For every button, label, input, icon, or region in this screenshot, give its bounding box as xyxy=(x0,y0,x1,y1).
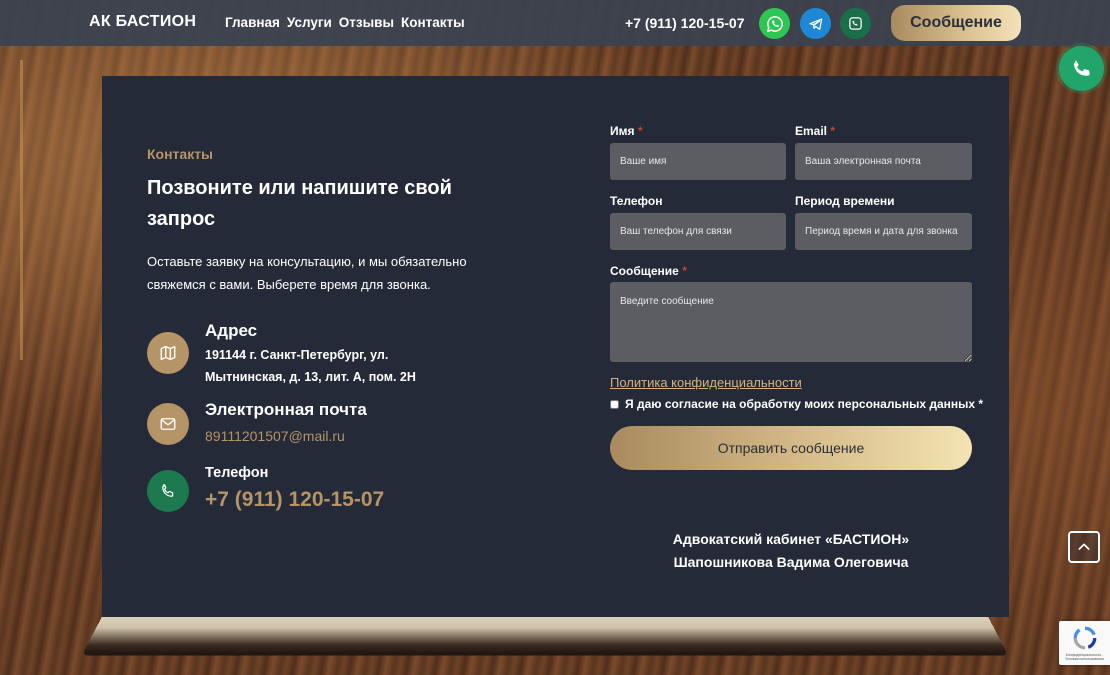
brand-logo[interactable]: АК БАСТИОН xyxy=(89,13,196,31)
consent-label: Я даю согласие на обработку моих персона… xyxy=(625,397,983,411)
whatsapp-icon[interactable] xyxy=(759,8,790,39)
message-textarea[interactable] xyxy=(610,282,972,362)
email-label-text: Email xyxy=(795,124,828,138)
address-title: Адрес xyxy=(205,321,258,340)
recaptcha-terms: Конфиденциальность - Условия использован… xyxy=(1065,653,1104,661)
email-link[interactable]: 89111201507@mail.ru xyxy=(205,428,345,444)
nav-link-services[interactable]: Услуги xyxy=(287,15,332,30)
office-line-1: Адвокатский кабинет «БАСТИОН» xyxy=(672,531,910,547)
top-navigation-bar: АК БАСТИОН Главная Услуги Отзывы Контакт… xyxy=(0,0,1110,46)
privacy-policy-link[interactable]: Политика конфиденциальности xyxy=(610,375,802,390)
scroll-to-top-button[interactable] xyxy=(1068,531,1100,563)
address-text: 191144 г. Санкт-Петербург, ул. Мытнинска… xyxy=(205,348,416,384)
required-mark: * xyxy=(830,124,836,138)
chevron-up-icon xyxy=(1078,543,1090,550)
contact-card: Контакты Позвоните или напишите свой зап… xyxy=(102,76,1009,617)
phone-link[interactable]: +7 (911) 120-15-07 xyxy=(205,488,384,512)
email-input[interactable] xyxy=(795,143,972,180)
background-scales-image xyxy=(20,60,100,360)
submit-button[interactable]: Отправить сообщение xyxy=(610,426,972,470)
email-title: Электронная почта xyxy=(205,400,367,419)
map-icon xyxy=(147,332,189,374)
office-name: Адвокатский кабинет «БАСТИОН» Шапошников… xyxy=(610,528,972,574)
recaptcha-badge[interactable]: Конфиденциальность - Условия использован… xyxy=(1059,621,1110,665)
period-label: Период времени xyxy=(795,194,895,208)
required-mark: * xyxy=(637,124,643,138)
section-lead: Оставьте заявку на консультацию, и мы об… xyxy=(147,254,467,292)
consent-text: Я даю согласие на обработку моих персона… xyxy=(625,397,976,411)
mail-icon xyxy=(147,403,189,445)
name-label-text: Имя xyxy=(610,124,635,138)
phone-title: Телефон xyxy=(205,465,269,481)
phone-label: Телефон xyxy=(610,194,663,208)
recaptcha-icon xyxy=(1073,626,1096,650)
office-line-2: Шапошникова Вадима Олеговича xyxy=(673,554,909,570)
phone-icon xyxy=(1073,60,1090,76)
name-label: Имя * xyxy=(610,124,643,138)
section-eyebrow: Контакты xyxy=(147,146,214,162)
consent-row[interactable]: Я даю согласие на обработку моих персона… xyxy=(610,397,983,411)
floating-call-button[interactable] xyxy=(1059,46,1104,91)
message-button[interactable]: Сообщение xyxy=(891,5,1021,41)
header-phone[interactable]: +7 (911) 120-15-07 xyxy=(625,15,744,31)
phone-icon xyxy=(147,470,189,512)
section-heading: Позвоните или напишите свой запрос xyxy=(147,177,452,230)
required-mark: * xyxy=(682,264,687,278)
required-mark: * xyxy=(978,397,984,411)
phone-input[interactable] xyxy=(610,213,786,250)
message-label: Сообщение * xyxy=(610,264,687,278)
phone-call-icon[interactable] xyxy=(840,8,871,39)
telegram-icon[interactable] xyxy=(800,8,831,39)
nav-link-reviews[interactable]: Отзывы xyxy=(339,15,394,30)
period-input[interactable] xyxy=(795,213,972,250)
name-input[interactable] xyxy=(610,143,786,180)
main-nav: Главная Услуги Отзывы Контакты xyxy=(225,15,465,30)
nav-link-home[interactable]: Главная xyxy=(225,15,280,30)
nav-link-contacts[interactable]: Контакты xyxy=(401,15,465,30)
consent-checkbox[interactable] xyxy=(610,399,619,409)
email-label: Email * xyxy=(795,124,835,138)
message-label-text: Сообщение xyxy=(610,264,679,278)
